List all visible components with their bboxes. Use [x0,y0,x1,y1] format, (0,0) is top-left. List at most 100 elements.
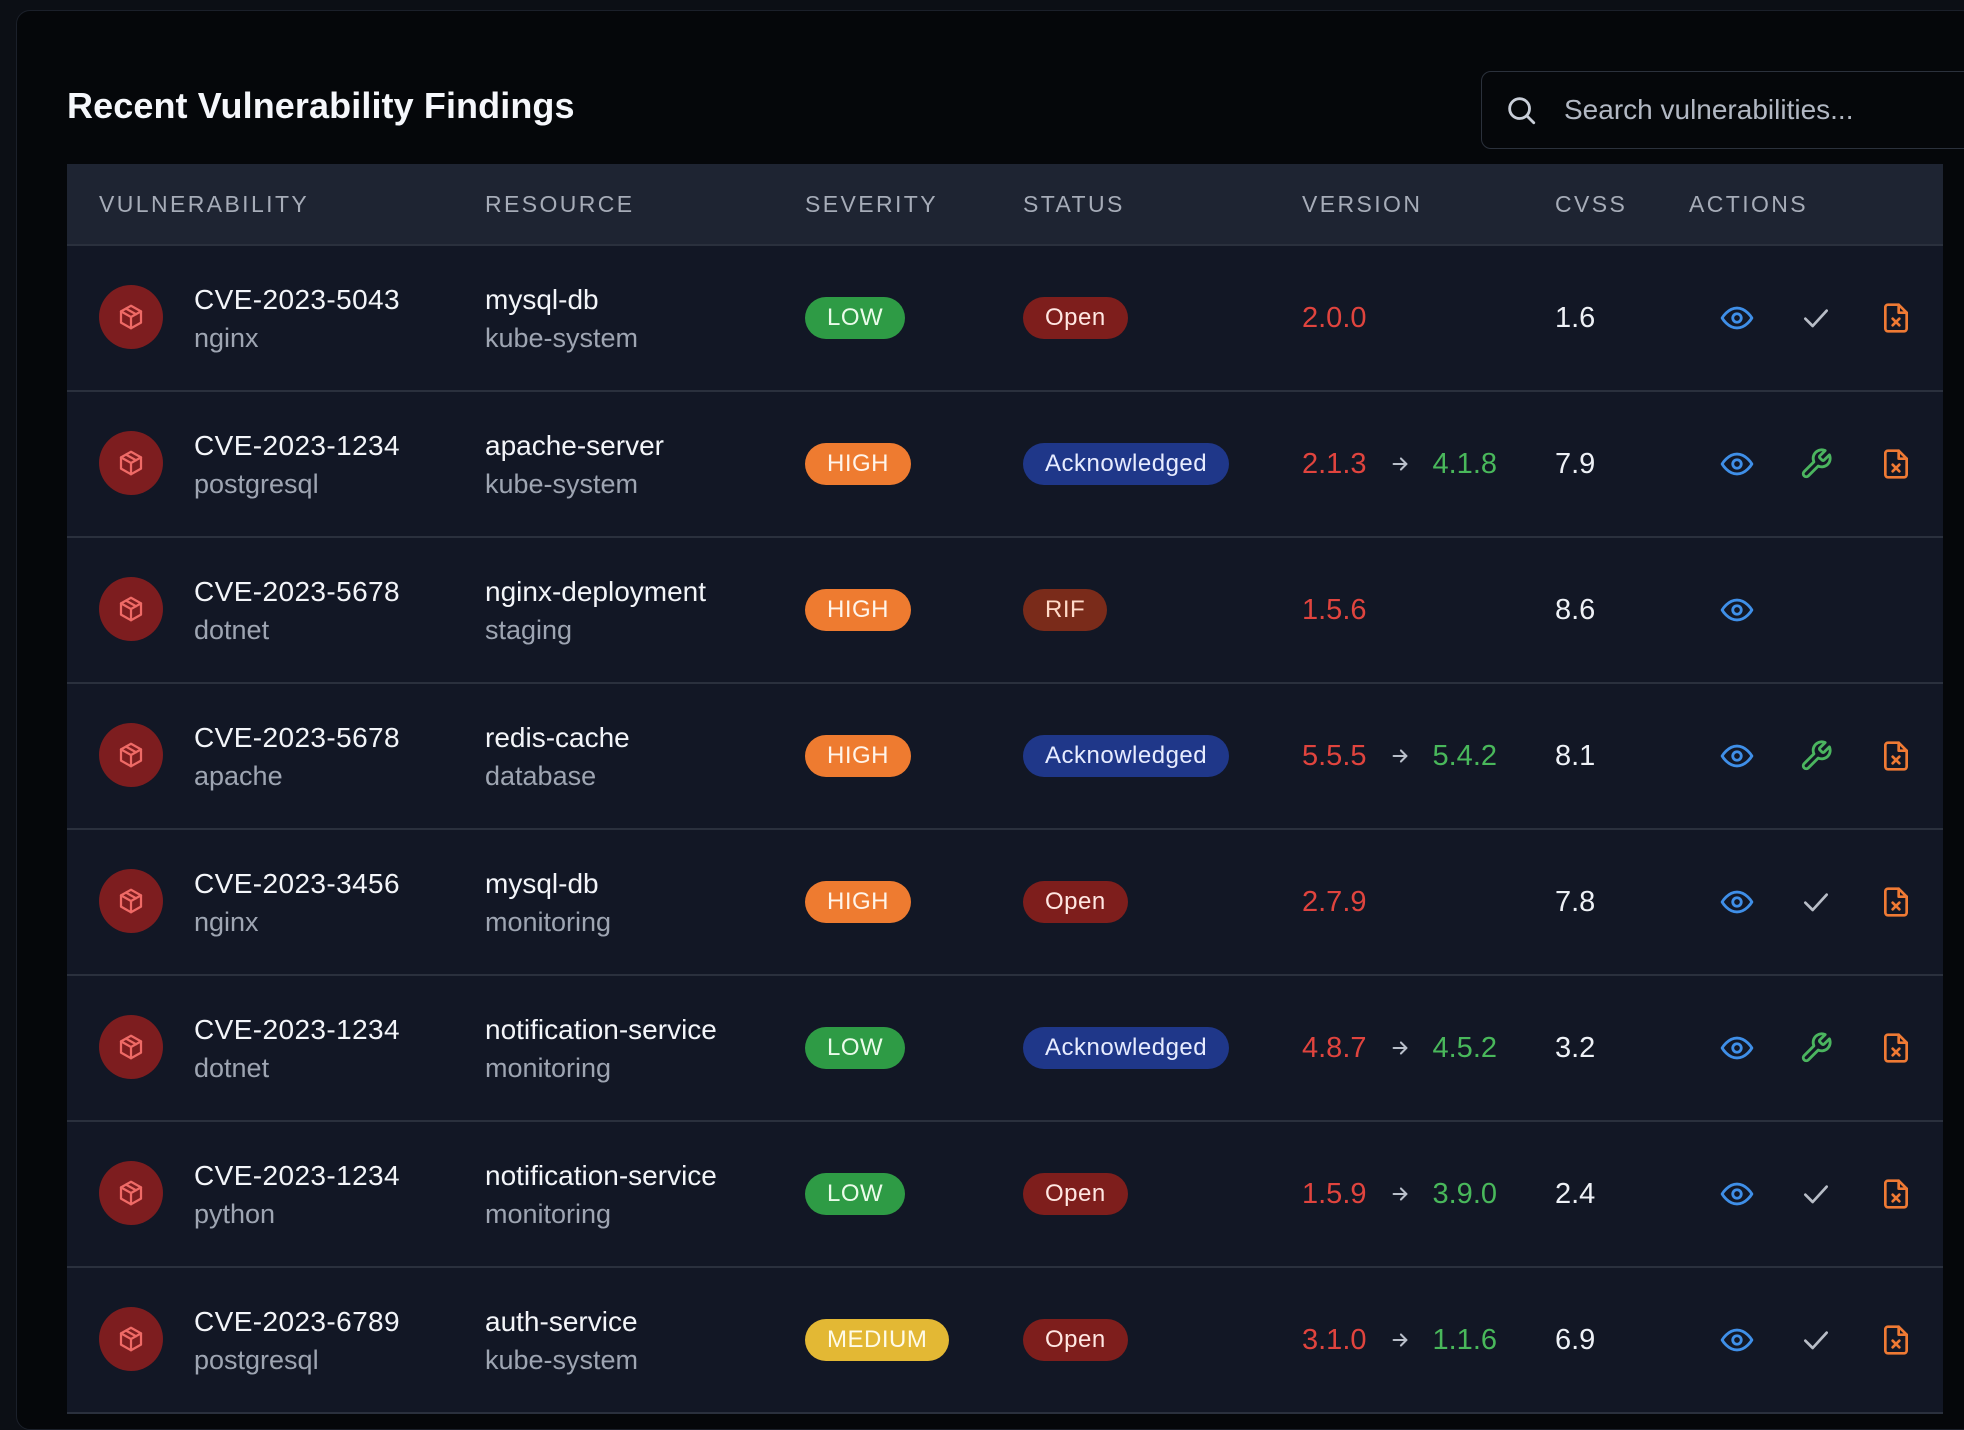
table-row[interactable]: CVE-2023-1234 dotnet notification-service m… [67,976,1943,1122]
fix-button[interactable] [1796,444,1836,484]
package-icon [99,1161,163,1225]
column-header-vulnerability[interactable]: Vulnerability [99,164,309,244]
dismiss-button[interactable] [1876,1174,1916,1214]
cve-id[interactable]: CVE-2023-3456 [194,866,400,902]
eye-icon [1720,1323,1754,1357]
package-icon [99,285,163,349]
view-button[interactable] [1717,590,1757,630]
severity-badge: HIGH [805,589,911,631]
cve-id[interactable]: CVE-2023-5043 [194,282,400,318]
resource-namespace: staging [485,615,573,645]
eye-icon [1720,1177,1754,1211]
status-cell: Open [1023,830,1128,974]
package-name: apache [194,761,283,791]
table-row[interactable]: CVE-2023-5043 nginx mysql-db kube-system LOW… [67,246,1943,392]
vulnerability-cell: CVE-2023-3456 nginx [194,866,400,942]
version-cell: 1.5.9 3.9.0 [1302,1122,1497,1266]
package-name: dotnet [194,615,270,645]
cve-id[interactable]: CVE-2023-5678 [194,574,400,610]
fix-button[interactable] [1796,736,1836,776]
version-cell: 2.0.0 [1302,246,1367,390]
view-button[interactable] [1717,1320,1757,1360]
dismiss-button[interactable] [1876,736,1916,776]
check-icon [1800,1324,1832,1356]
table-row[interactable]: CVE-2023-1234 python notification-service m… [67,1122,1943,1268]
table-header: Vulnerability Resource Severity Status V… [67,164,1943,246]
view-button[interactable] [1717,1174,1757,1214]
vulnerability-cell: CVE-2023-5678 dotnet [194,574,400,650]
resource-namespace: monitoring [485,1053,612,1083]
cvss-score: 7.8 [1555,885,1596,918]
column-header-actions: Actions [1689,191,1809,217]
resource-namespace: monitoring [485,1199,612,1229]
current-version: 2.0.0 [1302,301,1367,334]
package-icon [99,723,163,787]
fixed-version: 5.4.2 [1432,739,1498,772]
arrow-right-icon [1389,453,1411,475]
current-version: 1.5.9 [1302,1177,1367,1210]
vulnerabilities-table: Vulnerability Resource Severity Status V… [67,164,1943,1414]
column-header-resource[interactable]: Resource [485,164,635,244]
eye-icon [1720,301,1754,335]
status-cell: Open [1023,1122,1128,1266]
resource-name: auth-service [485,1306,638,1337]
resource-name: mysql-db [485,868,599,899]
view-button[interactable] [1717,298,1757,338]
resource-cell: mysql-db kube-system [485,282,638,358]
dismiss-button[interactable] [1876,444,1916,484]
table-row[interactable]: CVE-2023-5678 apache redis-cache database HI… [67,684,1943,830]
view-button[interactable] [1717,444,1757,484]
view-button[interactable] [1717,736,1757,776]
resource-name: notification-service [485,1014,717,1045]
cvss-score: 7.9 [1555,447,1596,480]
search-box[interactable] [1481,71,1964,149]
wrench-icon [1799,739,1833,773]
resource-namespace: kube-system [485,469,639,499]
search-input[interactable] [1562,93,1964,127]
acknowledge-button[interactable] [1796,1174,1836,1214]
dismiss-button[interactable] [1876,1028,1916,1068]
dismiss-button[interactable] [1876,882,1916,922]
resource-cell: notification-service monitoring [485,1012,717,1088]
package-name: postgresql [194,1345,319,1375]
table-body: CVE-2023-5043 nginx mysql-db kube-system LOW… [67,246,1943,1414]
cve-id[interactable]: CVE-2023-5678 [194,720,400,756]
resource-namespace: monitoring [485,907,612,937]
view-button[interactable] [1717,1028,1757,1068]
cvss-score: 1.6 [1555,301,1596,334]
table-row[interactable]: CVE-2023-3456 nginx mysql-db monitoring HIGH… [67,830,1943,976]
cvss-score: 3.2 [1555,1031,1596,1064]
acknowledge-button[interactable] [1796,1320,1836,1360]
package-name: postgresql [194,469,319,499]
acknowledge-button[interactable] [1796,882,1836,922]
resource-cell: mysql-db monitoring [485,866,611,942]
severity-badge: MEDIUM [805,1319,950,1361]
resource-cell: notification-service monitoring [485,1158,717,1234]
eye-icon [1720,593,1754,627]
column-header-status[interactable]: Status [1023,164,1125,244]
cve-id[interactable]: CVE-2023-6789 [194,1304,400,1340]
fix-button[interactable] [1796,1028,1836,1068]
dismiss-button[interactable] [1876,1320,1916,1360]
view-button[interactable] [1717,882,1757,922]
column-header-cvss[interactable]: CVSS [1555,164,1627,244]
dismiss-button[interactable] [1876,298,1916,338]
current-version: 5.5.5 [1302,739,1367,772]
vulnerability-cell: CVE-2023-1234 postgresql [194,428,400,504]
file-x-icon [1880,1177,1912,1211]
table-row[interactable]: CVE-2023-5678 dotnet nginx-deployment stagi… [67,538,1943,684]
cve-id[interactable]: CVE-2023-1234 [194,1158,400,1194]
column-header-severity[interactable]: Severity [805,164,938,244]
fixed-version: 4.1.8 [1432,447,1498,480]
table-row[interactable]: CVE-2023-1234 postgresql apache-server kube… [67,392,1943,538]
cve-id[interactable]: CVE-2023-1234 [194,428,400,464]
severity-badge: LOW [805,1027,906,1069]
severity-badge: HIGH [805,443,911,485]
acknowledge-button[interactable] [1796,298,1836,338]
status-cell: RIF [1023,538,1108,682]
cve-id[interactable]: CVE-2023-1234 [194,1012,400,1048]
column-header-version[interactable]: Version [1302,164,1422,244]
version-cell: 5.5.5 5.4.2 [1302,684,1497,828]
table-row[interactable]: CVE-2023-6789 postgresql auth-service kube-… [67,1268,1943,1414]
resource-namespace: kube-system [485,323,639,353]
